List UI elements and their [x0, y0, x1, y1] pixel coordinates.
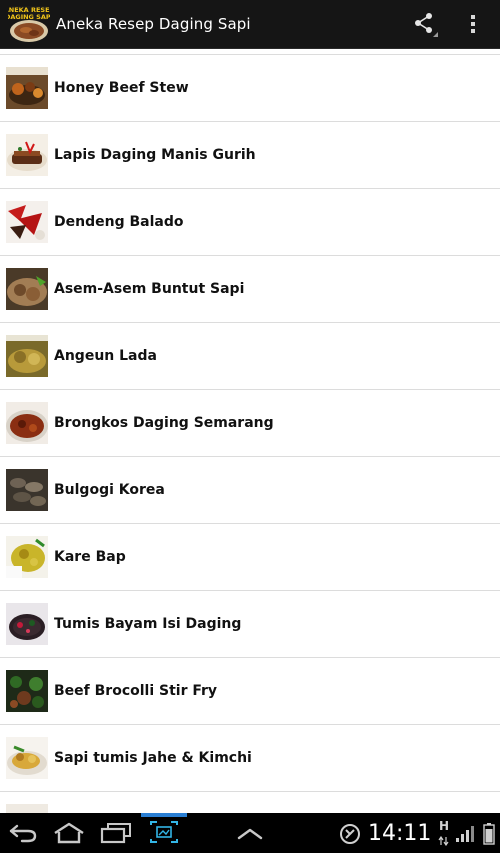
- recipe-list-item[interactable]: [0, 792, 500, 813]
- location-sync-icon: [338, 813, 362, 853]
- menu-up-button[interactable]: [232, 813, 268, 853]
- recipe-title: Tumis Bayam Isi Daging: [54, 616, 242, 632]
- recipe-list-item[interactable]: Beef Brocolli Stir Fry: [0, 658, 500, 725]
- home-icon: [54, 822, 84, 844]
- recent-apps-icon: [100, 823, 131, 844]
- recipe-list-item[interactable]: Kare Bap: [0, 524, 500, 591]
- recipe-title: Kare Bap: [54, 549, 126, 565]
- home-button[interactable]: [48, 813, 92, 853]
- recipe-thumbnail: [6, 603, 48, 645]
- data-activity-icon: H: [436, 813, 452, 853]
- recipe-title: Beef Brocolli Stir Fry: [54, 683, 218, 699]
- recipe-thumbnail: [6, 804, 48, 813]
- recipe-title: Honey Beef Stew: [54, 80, 189, 96]
- signal-icon: [454, 813, 476, 853]
- recipe-title: Asem-Asem Buntut Sapi: [54, 281, 245, 297]
- recipe-list-item[interactable]: Asem-Asem Buntut Sapi: [0, 256, 500, 323]
- recipe-list-item[interactable]: Tumis Bayam Isi Daging: [0, 591, 500, 658]
- menu-up-icon: [237, 828, 263, 840]
- recipe-list-item[interactable]: Honey Beef Stew: [0, 55, 500, 122]
- recipe-list-item[interactable]: Bulgogi Korea: [0, 457, 500, 524]
- recipe-thumbnail: [6, 402, 48, 444]
- screenshot-button[interactable]: [141, 813, 187, 853]
- recipe-title: Angeun Lada: [54, 348, 157, 364]
- recipe-list-item[interactable]: Brongkos Daging Semarang: [0, 390, 500, 457]
- recipe-list-item[interactable]: Dendeng Balado: [0, 189, 500, 256]
- recipe-list-item[interactable]: Lapis Daging Manis Gurih: [0, 122, 500, 189]
- recipe-thumbnail: [6, 134, 48, 176]
- back-icon: [9, 824, 37, 843]
- recipe-thumbnail: [6, 67, 48, 109]
- recipe-title: Brongkos Daging Semarang: [54, 415, 274, 431]
- recipe-list-item[interactable]: Sapi tumis Jahe & Kimchi: [0, 725, 500, 792]
- system-bar: 14:11 H: [0, 813, 500, 853]
- recipe-thumbnail: [6, 670, 48, 712]
- clock: 14:11: [368, 821, 432, 846]
- recipe-title: Bulgogi Korea: [54, 482, 165, 498]
- app-title: Aneka Resep Daging Sapi: [56, 15, 251, 33]
- svg-text:DAGING SAPI: DAGING SAPI: [8, 13, 50, 21]
- recipe-thumbnail: [6, 536, 48, 578]
- screenshot-icon: [141, 813, 187, 843]
- battery-icon: [480, 813, 498, 853]
- share-icon: [415, 13, 438, 37]
- share-button[interactable]: [404, 0, 444, 48]
- recipe-thumbnail: [6, 268, 48, 310]
- recent-apps-button[interactable]: [96, 813, 140, 853]
- app-logo-icon[interactable]: ANEKA RESEP DAGING SAPI: [4, 3, 55, 45]
- recipe-title: Dendeng Balado: [54, 214, 184, 230]
- recipe-title: Lapis Daging Manis Gurih: [54, 147, 256, 163]
- back-button[interactable]: [0, 813, 44, 853]
- recipe-list[interactable]: Honey Beef Stew Lapis Daging Manis Gurih…: [0, 48, 500, 813]
- recipe-thumbnail: [6, 335, 48, 377]
- recipe-thumbnail: [6, 469, 48, 511]
- action-bar: ANEKA RESEP DAGING SAPI Aneka Resep Dagi…: [0, 0, 500, 49]
- recipe-title: Sapi tumis Jahe & Kimchi: [54, 750, 252, 766]
- overflow-menu-button[interactable]: [458, 0, 490, 48]
- recipe-thumbnail: [6, 201, 48, 243]
- recipe-list-item[interactable]: Angeun Lada: [0, 323, 500, 390]
- recipe-thumbnail: [6, 737, 48, 779]
